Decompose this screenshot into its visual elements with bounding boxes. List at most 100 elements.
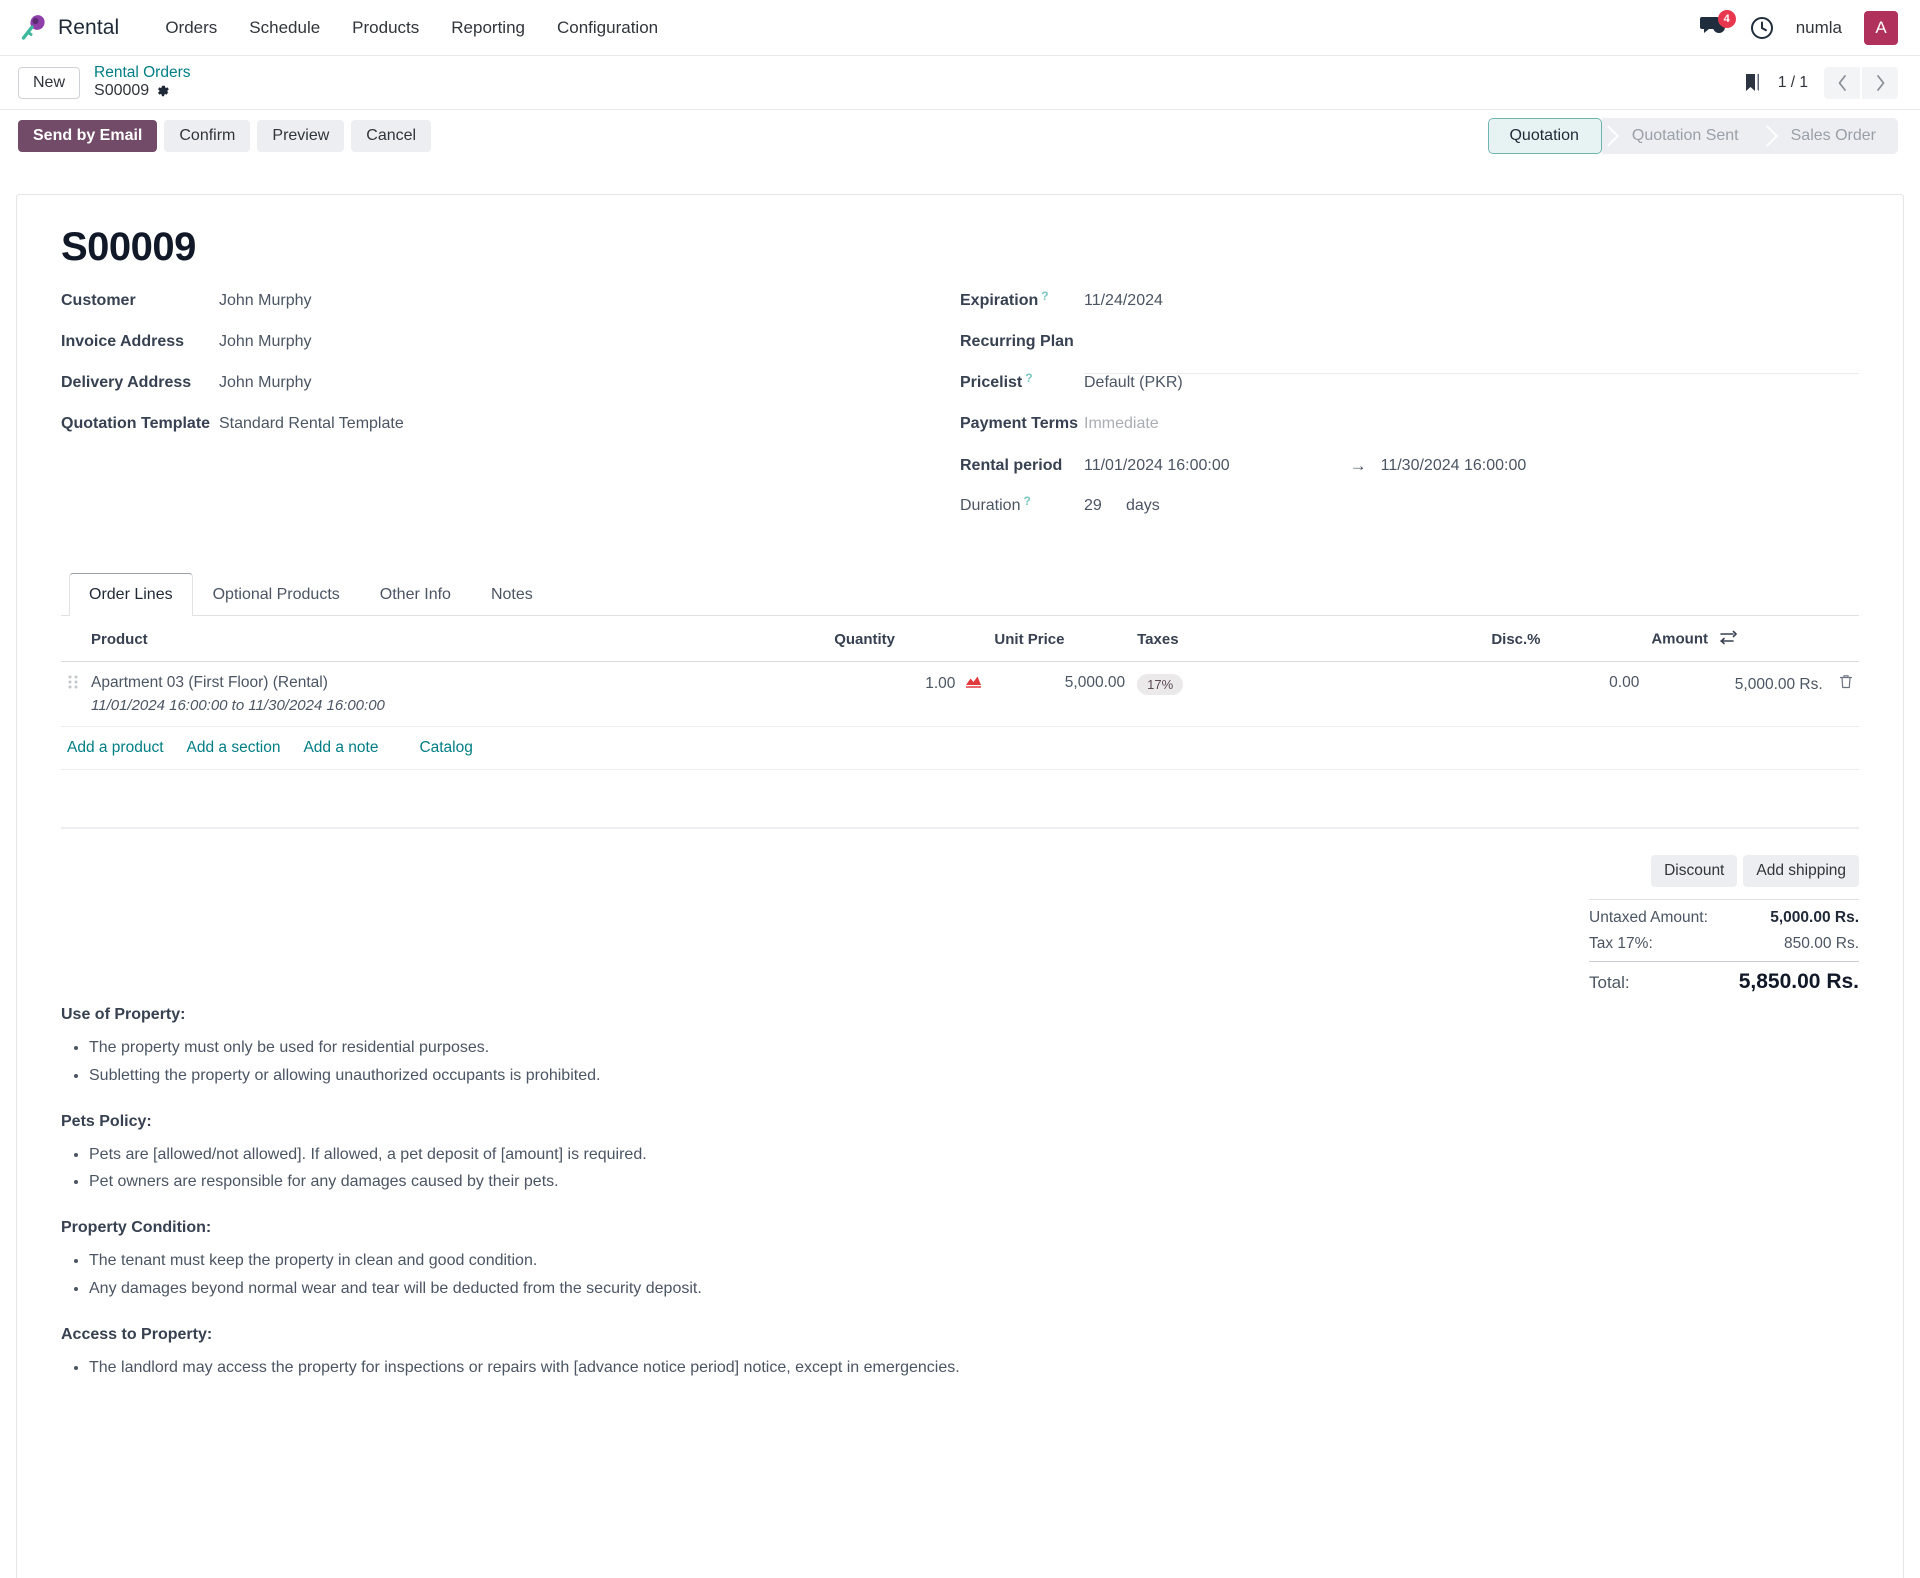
status-step-sales-order[interactable]: Sales Order: [1760, 118, 1898, 154]
messages-icon[interactable]: 4: [1699, 9, 1736, 41]
drag-handle-icon[interactable]: [67, 675, 79, 693]
col-drag: [61, 616, 85, 662]
tab-notes[interactable]: Notes: [471, 573, 553, 616]
gear-icon[interactable]: [156, 84, 170, 98]
field-invoice-address-label: Invoice Address: [61, 333, 185, 350]
cell-product[interactable]: Apartment 03 (First Floor) (Rental) 11/0…: [85, 661, 829, 727]
nav-schedule[interactable]: Schedule: [233, 12, 336, 44]
field-expiration-value[interactable]: 11/24/2024: [1084, 292, 1163, 310]
col-quantity[interactable]: Quantity: [828, 616, 989, 662]
add-shipping-button[interactable]: Add shipping: [1743, 855, 1859, 887]
nav-reporting[interactable]: Reporting: [435, 12, 541, 44]
chevron-left-icon[interactable]: [1824, 66, 1860, 99]
rental-key-icon[interactable]: [18, 13, 48, 43]
product-rental-period: 11/01/2024 16:00:00 to 11/30/2024 16:00:…: [91, 697, 385, 714]
field-duration-unit: days: [1126, 497, 1160, 514]
preview-button[interactable]: Preview: [257, 120, 345, 152]
field-recurring-plan: Recurring Plan: [960, 333, 1859, 374]
catalog-link[interactable]: Catalog: [419, 739, 472, 757]
field-duration-label: Duration ?: [960, 494, 1084, 515]
terms-and-conditions[interactable]: Use of Property: The property must only …: [61, 998, 1351, 1414]
tax-label[interactable]: Tax 17%:: [1589, 935, 1653, 953]
rental-period-end-group: → 11/30/2024 16:00:00: [1350, 456, 1527, 476]
clock-icon[interactable]: [1750, 16, 1774, 40]
chevron-right-icon[interactable]: [1862, 66, 1898, 99]
rental-period-end[interactable]: 11/30/2024 16:00:00: [1381, 457, 1527, 475]
status-step-quotation-sent[interactable]: Quotation Sent: [1601, 118, 1761, 154]
cell-taxes[interactable]: 17%: [1131, 661, 1486, 727]
quantity-value: 1.00: [925, 675, 956, 692]
add-a-product-link[interactable]: Add a product: [67, 739, 164, 757]
list-item: Subletting the property or allowing unau…: [89, 1064, 1351, 1089]
nav-orders[interactable]: Orders: [149, 12, 233, 44]
cell-amount: 5,000.00 Rs.: [1645, 661, 1859, 727]
terms-heading-property-condition: Property Condition:: [61, 1219, 212, 1237]
table-row[interactable]: Apartment 03 (First Floor) (Rental) 11/0…: [61, 661, 1859, 727]
status-step-quotation[interactable]: Quotation: [1488, 118, 1602, 154]
terms-heading-access-to-property: Access to Property:: [61, 1325, 213, 1343]
add-a-note-link[interactable]: Add a note: [303, 739, 378, 757]
field-duration: Duration ? 29 days: [960, 494, 1859, 538]
trash-icon[interactable]: [1839, 675, 1853, 693]
field-payment-terms-value[interactable]: Immediate: [1084, 415, 1159, 433]
send-by-email-button[interactable]: Send by Email: [18, 120, 158, 152]
bookmark-icon[interactable]: [1742, 72, 1762, 94]
avatar[interactable]: A: [1864, 10, 1898, 45]
breadcrumb-parent-link[interactable]: Rental Orders: [94, 64, 190, 82]
status-bar: Quotation Quotation Sent Sales Order: [1488, 118, 1898, 154]
field-pricelist-label-text: Pricelist: [960, 374, 1023, 391]
cell-discount[interactable]: 0.00: [1485, 661, 1646, 727]
add-a-section-link[interactable]: Add a section: [187, 739, 281, 757]
col-taxes[interactable]: Taxes: [1131, 616, 1486, 662]
user-menu-label[interactable]: numla: [1796, 18, 1842, 38]
field-delivery-address-value[interactable]: John Murphy: [219, 374, 312, 392]
tab-optional-products[interactable]: Optional Products: [193, 573, 360, 616]
tab-other-info[interactable]: Other Info: [360, 573, 471, 616]
col-discount[interactable]: Disc.%: [1485, 616, 1646, 662]
brand-name[interactable]: Rental: [58, 16, 119, 40]
field-invoice-address: Invoice Address John Murphy: [61, 333, 930, 374]
column-options-icon[interactable]: [1720, 630, 1737, 649]
confirm-button[interactable]: Confirm: [164, 120, 251, 152]
help-icon[interactable]: ?: [1023, 494, 1030, 508]
col-unit-price[interactable]: Unit Price: [988, 616, 1132, 662]
availability-chart-icon[interactable]: [965, 674, 982, 694]
notebook-tabs: Order Lines Optional Products Other Info…: [61, 572, 1859, 616]
terms-list-property-condition: The tenant must keep the property in cle…: [89, 1249, 1351, 1302]
col-product[interactable]: Product: [85, 616, 829, 662]
rental-period-start[interactable]: 11/01/2024 16:00:00: [1084, 457, 1230, 475]
row-drag-cell: [61, 661, 85, 727]
cell-quantity[interactable]: 1.00: [828, 661, 989, 727]
nav-configuration[interactable]: Configuration: [541, 12, 674, 44]
untaxed-amount-label: Untaxed Amount:: [1589, 909, 1708, 926]
cell-unit-price[interactable]: 5,000.00: [988, 661, 1132, 727]
record-action-buttons: Send by Email Confirm Preview Cancel: [18, 120, 432, 152]
field-expiration: Expiration ? 11/24/2024: [960, 289, 1859, 333]
field-rental-period: Rental period 11/01/2024 16:00:00 → 11/3…: [960, 456, 1859, 497]
field-recurring-plan-value[interactable]: [1084, 349, 1859, 374]
main-menu: Orders Schedule Products Reporting Confi…: [149, 12, 674, 44]
field-duration-value[interactable]: 29: [1084, 497, 1126, 515]
tab-order-lines[interactable]: Order Lines: [69, 573, 193, 616]
field-quotation-template-value[interactable]: Standard Rental Template: [219, 415, 404, 433]
help-icon[interactable]: ?: [1041, 289, 1048, 303]
discount-button[interactable]: Discount: [1651, 855, 1738, 887]
new-record-button[interactable]: New: [18, 66, 81, 99]
messages-badge: 4: [1717, 9, 1736, 28]
help-icon[interactable]: ?: [1025, 371, 1032, 385]
terms-list-pets-policy: Pets are [allowed/not allowed]. If allow…: [89, 1143, 1351, 1196]
col-amount-label[interactable]: Amount: [1651, 630, 1708, 647]
nav-products[interactable]: Products: [336, 12, 435, 44]
list-item: The landlord may access the property for…: [89, 1356, 1351, 1381]
field-pricelist-value[interactable]: Default (PKR): [1084, 374, 1183, 392]
cancel-button[interactable]: Cancel: [351, 120, 432, 152]
field-customer-value[interactable]: John Murphy: [219, 292, 312, 310]
field-quotation-template-label: Quotation Template: [61, 415, 211, 432]
terms-list-use-of-property: The property must only be used for resid…: [89, 1036, 1351, 1089]
tax-badge[interactable]: 17%: [1137, 674, 1184, 695]
field-pricelist: Pricelist ? Default (PKR): [960, 371, 1859, 415]
breadcrumb-current: S00009: [94, 82, 190, 100]
control-panel: Send by Email Confirm Preview Cancel Quo…: [0, 110, 1920, 162]
field-invoice-address-value[interactable]: John Murphy: [219, 333, 312, 351]
field-rental-period-label: Rental period: [960, 457, 1063, 474]
